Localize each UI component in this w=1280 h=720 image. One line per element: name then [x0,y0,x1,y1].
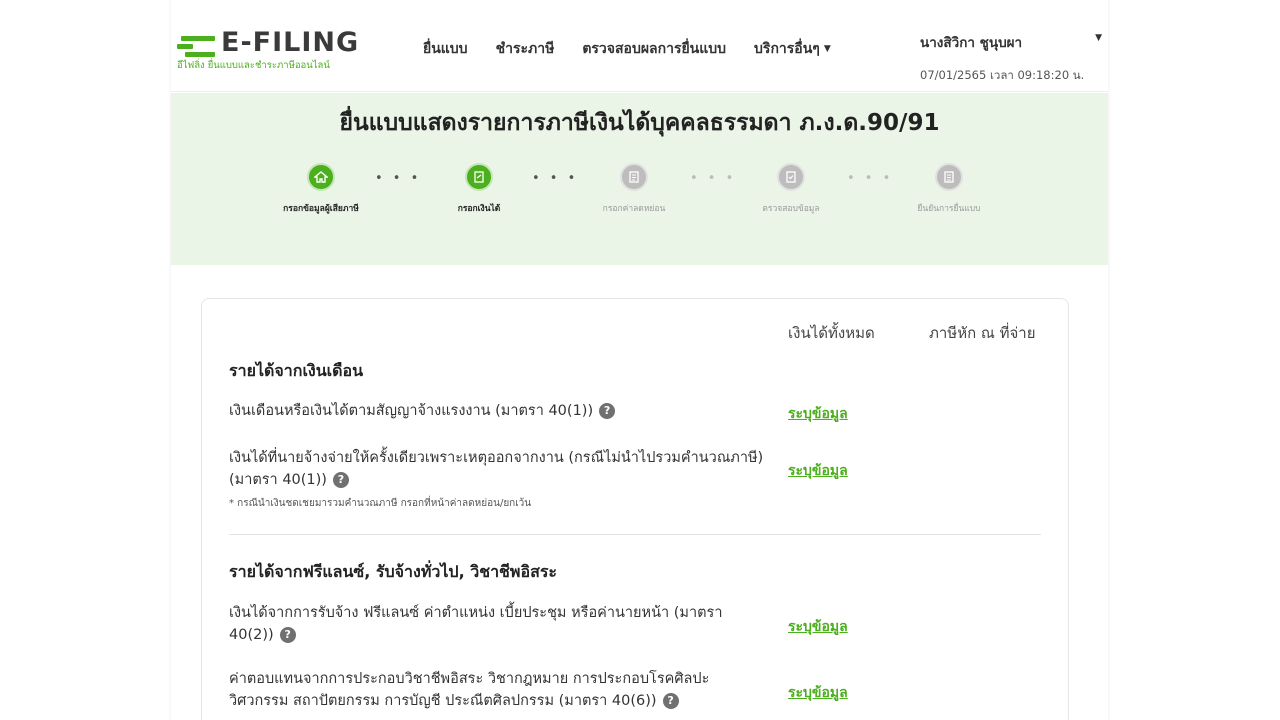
nav-item-check-status[interactable]: ตรวจสอบผลการยื่นแบบ [582,38,726,60]
section-divider [229,534,1041,535]
column-header-withholding-tax: ภาษีหัก ณ ที่จ่าย [929,324,1036,342]
user-menu[interactable]: นางสิวิกา ชูนุบผา ▼ 07/01/2565 เวลา 09:1… [920,31,1102,85]
severance-note: * กรณีนำเงินชดเชยมารวมคำนวณภาษี กรอกที่ห… [229,498,532,509]
income-card: เงินได้ทั้งหมด ภาษีหัก ณ ที่จ่าย รายได้จ… [201,298,1069,720]
section-title-salary: รายได้จากเงินเดือน [229,361,364,380]
form-banner: ยื่นแบบแสดงรายการภาษีเงินได้บุคคลธรรมดา … [171,93,1108,265]
help-icon[interactable]: ? [279,627,296,643]
page-title: ยื่นแบบแสดงรายการภาษีเงินได้บุคคลธรรมดา … [339,110,940,136]
document-confirm-icon [935,163,963,191]
nav-item-other-services[interactable]: บริการอื่นๆ ▼ [754,38,831,60]
home-icon [307,163,335,191]
fill-info-link[interactable]: ระบุข้อมูล [788,682,848,704]
user-name: นางสิวิกา ชูนุบผา [920,35,1023,51]
section-title-freelance: รายได้จากฟรีแลนซ์, รับจ้างทั่วไป, วิชาชี… [229,562,558,581]
fill-info-link[interactable]: ระบุข้อมูล [788,403,848,425]
step-review[interactable]: ตรวจสอบข้อมูล [726,163,856,215]
fill-info-link[interactable]: ระบุข้อมูล [788,460,848,482]
nav-item-file-return[interactable]: ยื่นแบบ [423,38,468,60]
e-filing-logo[interactable]: E-FILING อีไฟลิ่ง ยื่นแบบและชำระภาษีออนไ… [177,27,367,74]
income-row-salary: เงินเดือนหรือเงินได้ตามสัญญาจ้างแรงงาน (… [229,400,789,422]
income-row-professional: ค่าตอบแทนจากการประกอบวิชาชีพอิสระ วิชากฎ… [229,671,710,709]
step-confirm[interactable]: ยืนยันการยื่นแบบ [884,163,1014,215]
step-income[interactable]: กรอกเงินได้ [414,163,544,215]
main-nav: ยื่นแบบ ชำระภาษี ตรวจสอบผลการยื่นแบบ บริ… [423,38,859,60]
chevron-down-icon[interactable]: ▼ [1095,33,1102,43]
income-row-freelance: เงินได้จากการรับจ้าง ฟรีแลนซ์ ค่าตำแหน่ง… [229,605,723,643]
logo-subtitle: อีไฟลิ่ง ยื่นแบบและชำระภาษีออนไลน์ [177,60,330,71]
step-deductions[interactable]: กรอกค่าลดหย่อน [569,163,699,215]
page: E-FILING อีไฟลิ่ง ยื่นแบบและชำระภาษีออนไ… [0,0,1280,720]
top-header: E-FILING อีไฟลิ่ง ยื่นแบบและชำระภาษีออนไ… [171,0,1108,92]
document-icon [620,163,648,191]
help-icon[interactable]: ? [332,472,349,488]
logo-mark-icon [177,30,217,57]
step-taxpayer-info[interactable]: กรอกข้อมูลผู้เสียภาษี [256,163,386,215]
income-row-severance: เงินได้ที่นายจ้างจ่ายให้ครั้งเดียวเพราะเ… [229,450,764,488]
column-header-total-income: เงินได้ทั้งหมด [788,324,875,342]
session-datetime: 07/01/2565 เวลา 09:18:20 น. [920,68,1085,82]
help-icon[interactable]: ? [662,693,679,709]
help-icon[interactable]: ? [599,403,616,419]
chevron-down-icon: ▼ [823,44,831,54]
app-frame: E-FILING อีไฟลิ่ง ยื่นแบบและชำระภาษีออนไ… [171,0,1108,720]
logo-text: E-FILING [221,27,360,58]
document-check-icon [777,163,805,191]
fill-info-link[interactable]: ระบุข้อมูล [788,616,848,638]
nav-item-pay-tax[interactable]: ชำระภาษี [496,38,555,60]
document-edit-icon [465,163,493,191]
